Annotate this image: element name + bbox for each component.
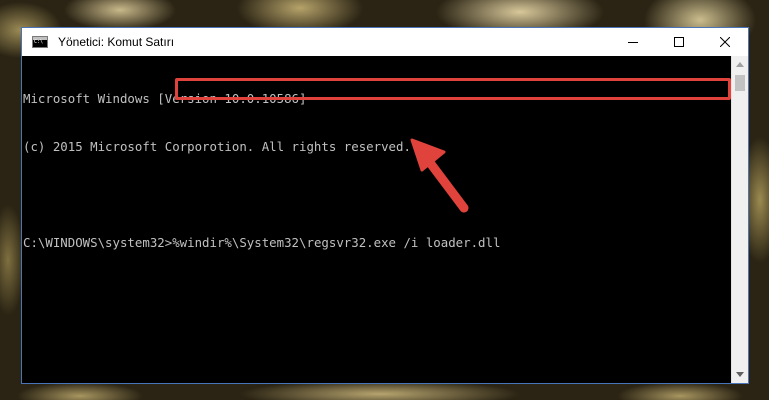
vertical-scrollbar[interactable] [731, 56, 748, 383]
red-arrow-icon [410, 138, 469, 213]
scroll-thumb[interactable] [735, 75, 745, 91]
command-prompt-window: Yönetici: Komut Satırı Microsoft Window [21, 27, 749, 384]
window-controls [610, 28, 748, 56]
chevron-down-icon [736, 372, 744, 377]
command-line[interactable]: C:\WINDOWS\system32>%windir%\System32\re… [23, 235, 731, 251]
minimize-button[interactable] [610, 28, 656, 56]
window-title: Yönetici: Komut Satırı [58, 35, 175, 49]
scroll-down-button[interactable] [732, 366, 748, 383]
console-output[interactable]: Microsoft Windows [Version 10.0.10586] (… [22, 56, 731, 383]
chevron-up-icon [736, 62, 744, 67]
console-line: Microsoft Windows [Version 10.0.10586] [23, 91, 307, 106]
close-button[interactable] [702, 28, 748, 56]
maximize-button[interactable] [656, 28, 702, 56]
cmd-app-icon[interactable] [32, 36, 48, 48]
console-line: (c) 2015 Microsoft Corporotion. All righ… [23, 139, 411, 154]
close-icon [720, 37, 730, 47]
maximize-icon [674, 37, 684, 47]
title-bar[interactable]: Yönetici: Komut Satırı [22, 28, 748, 56]
command-text: %windir%\System32\regsvr32.exe /i loader… [172, 235, 501, 250]
minimize-icon [628, 42, 638, 43]
scroll-up-button[interactable] [732, 56, 748, 73]
command-prompt: C:\WINDOWS\system32> [23, 235, 173, 250]
